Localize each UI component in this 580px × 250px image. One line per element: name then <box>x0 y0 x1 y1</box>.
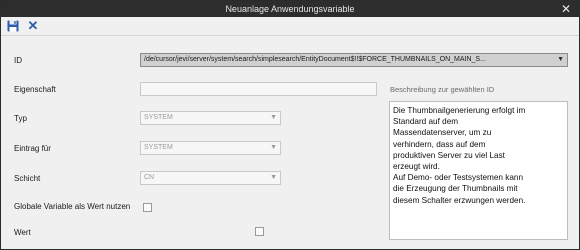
chevron-down-icon: ▼ <box>270 174 277 181</box>
id-combo[interactable]: /de/cursor/jevi/server/system/search/sim… <box>140 53 568 67</box>
chevron-down-icon: ▼ <box>557 56 564 63</box>
save-button[interactable] <box>6 19 20 33</box>
title-bar: Neuanlage Anwendungsvariable ✕ <box>1 1 579 17</box>
x-icon: ✕ <box>27 18 39 33</box>
id-value: /de/cursor/jevi/server/system/search/sim… <box>144 56 486 63</box>
discard-button[interactable]: ✕ <box>26 19 40 33</box>
eintrag-fuer-label: Eintrag für <box>14 144 51 153</box>
eigenschaft-field[interactable] <box>140 82 377 96</box>
schicht-value: CN <box>144 174 155 181</box>
globale-variable-label: Globale Variable als Wert nutzen <box>14 202 131 211</box>
eintrag-fuer-value: SYSTEM <box>144 144 173 151</box>
schicht-label: Schicht <box>14 174 41 183</box>
toolbar: ✕ <box>1 17 579 36</box>
eigenschaft-label: Eigenschaft <box>14 85 56 94</box>
typ-select[interactable]: SYSTEM ▼ <box>140 111 281 125</box>
window-close-button[interactable]: ✕ <box>559 1 573 17</box>
chevron-down-icon: ▼ <box>270 114 277 121</box>
floppy-disk-icon <box>7 20 19 32</box>
globale-variable-checkbox[interactable] <box>143 203 152 212</box>
description-text: Die Thumbnailgenerierung erfolgt im Stan… <box>389 101 568 240</box>
description-label: Beschreibung zur gewählten ID <box>390 85 495 94</box>
typ-label: Typ <box>14 114 27 123</box>
typ-value: SYSTEM <box>144 114 173 121</box>
id-label: ID <box>14 56 22 65</box>
wert-checkbox[interactable] <box>255 227 264 236</box>
schicht-select[interactable]: CN ▼ <box>140 171 281 185</box>
eintrag-fuer-select[interactable]: SYSTEM ▼ <box>140 141 281 155</box>
chevron-down-icon: ▼ <box>270 144 277 151</box>
wert-label: Wert <box>14 228 31 237</box>
dialog-window: Neuanlage Anwendungsvariable ✕ ✕ ID /de/… <box>0 0 580 250</box>
window-title: Neuanlage Anwendungsvariable <box>225 4 355 14</box>
